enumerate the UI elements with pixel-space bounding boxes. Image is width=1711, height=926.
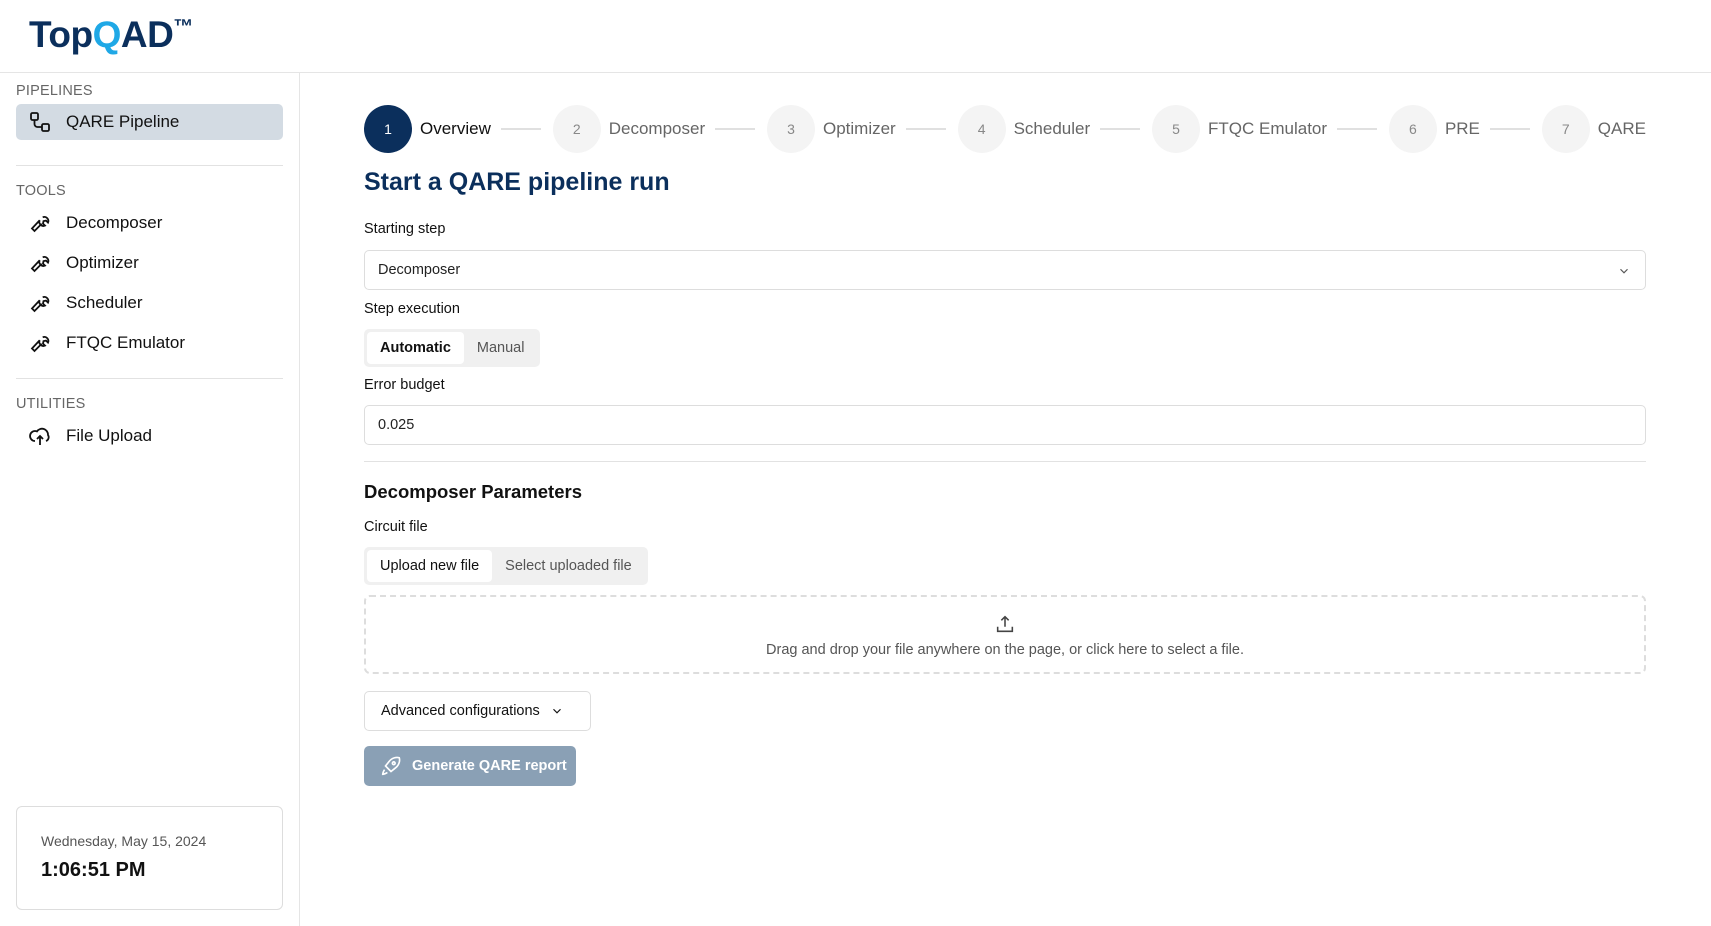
option-upload-new-file[interactable]: Upload new file [367, 550, 493, 582]
step-execution-toggle: Automatic Manual [364, 329, 541, 367]
step-connector [715, 128, 756, 130]
step-connector [1337, 128, 1378, 130]
upload-icon [996, 615, 1014, 633]
sidebar-item-optimizer[interactable]: Optimizer [16, 245, 283, 281]
sidebar: PIPELINES QARE Pipeline TOOLS Decomposer… [0, 73, 300, 926]
error-budget-label: Error budget [364, 377, 445, 393]
section-tools: TOOLS [16, 183, 66, 199]
dropzone-text: Drag and drop your file anywhere on the … [766, 642, 1244, 658]
step-number: 1 [364, 105, 412, 153]
step-label: QARE [1597, 119, 1646, 138]
advanced-configurations-button[interactable]: Advanced configurations [364, 691, 591, 731]
option-automatic[interactable]: Automatic [367, 332, 464, 364]
sidebar-item-label: FTQC Emulator [66, 333, 186, 352]
clock-time: 1:06:51 PM [41, 859, 146, 881]
step-number: 3 [766, 105, 815, 153]
workflow-icon [30, 112, 50, 132]
circuit-file-toggle: Upload new file Select uploaded file [364, 547, 648, 585]
step-overview[interactable]: 1 Overview [364, 105, 541, 153]
clock-date: Wednesday, May 15, 2024 [41, 833, 207, 849]
step-number: 2 [552, 105, 601, 153]
sidebar-item-file-upload[interactable]: File Upload [16, 418, 283, 454]
option-manual[interactable]: Manual [464, 332, 538, 364]
starting-step-label: Starting step [364, 221, 446, 237]
sidebar-item-label: Optimizer [66, 253, 139, 272]
divider [364, 461, 1646, 462]
step-number: 7 [1541, 105, 1590, 153]
generate-qare-report-button[interactable]: Generate QARE report [364, 746, 576, 786]
divider [16, 165, 283, 166]
sidebar-item-decomposer[interactable]: Decomposer [16, 205, 283, 241]
option-select-uploaded-file[interactable]: Select uploaded file [492, 550, 645, 582]
section-title: Decomposer Parameters [364, 481, 582, 502]
wrench-icon [30, 296, 50, 313]
pipeline-stepper: 1 Overview 2 Decomposer 3 Optimizer 4 Schedu… [364, 105, 1646, 153]
advanced-label: Advanced configurations [381, 703, 540, 719]
section-pipelines: PIPELINES [16, 83, 93, 99]
wrench-icon [30, 216, 50, 233]
sidebar-item-qare-pipeline[interactable]: QARE Pipeline [16, 104, 283, 140]
divider [16, 378, 283, 379]
step-number: 4 [957, 105, 1006, 153]
step-number: 6 [1388, 105, 1437, 153]
sidebar-item-label: File Upload [66, 426, 152, 445]
step-connector [905, 128, 946, 130]
step-execution-label: Step execution [364, 301, 460, 317]
step-pre[interactable]: 6 PRE [1388, 105, 1530, 153]
step-qare[interactable]: 7 QARE [1541, 105, 1646, 153]
sidebar-item-label: QARE Pipeline [66, 112, 180, 131]
step-number: 5 [1152, 105, 1201, 153]
file-dropzone[interactable]: Drag and drop your file anywhere on the … [364, 595, 1646, 674]
step-optimizer[interactable]: 3 Optimizer [766, 105, 946, 153]
page-title: Start a QARE pipeline run [364, 168, 670, 196]
rocket-icon [381, 756, 401, 776]
topqad-logo[interactable]: TopQAD™ [29, 14, 193, 56]
step-label: Overview [420, 119, 491, 138]
wrench-icon [30, 336, 50, 353]
sidebar-item-scheduler[interactable]: Scheduler [16, 285, 283, 321]
step-ftqc-emulator[interactable]: 5 FTQC Emulator [1152, 105, 1378, 153]
starting-step-value: Decomposer [378, 262, 461, 278]
step-connector [500, 128, 541, 130]
step-label: Decomposer [608, 119, 706, 138]
step-scheduler[interactable]: 4 Scheduler [957, 105, 1141, 153]
cloud-upload-icon [29, 427, 50, 445]
step-label: Optimizer [822, 119, 896, 138]
sidebar-item-label: Scheduler [66, 293, 143, 312]
section-utilities: UTILITIES [16, 396, 86, 412]
step-decomposer[interactable]: 2 Decomposer [552, 105, 756, 153]
circuit-file-label: Circuit file [364, 519, 428, 535]
chevron-down-icon [552, 708, 561, 714]
sidebar-item-label: Decomposer [66, 213, 163, 232]
error-budget-value: 0.025 [378, 417, 415, 433]
step-connector [1100, 128, 1141, 130]
starting-step-select[interactable]: Decomposer [364, 250, 1646, 290]
chevron-down-icon [1620, 268, 1628, 274]
step-label: Scheduler [1013, 119, 1091, 138]
wrench-icon [30, 256, 50, 273]
error-budget-input[interactable]: 0.025 [364, 405, 1646, 445]
header: TopQAD™ [0, 0, 1711, 73]
generate-label: Generate QARE report [412, 758, 567, 774]
step-connector [1489, 128, 1530, 130]
sidebar-item-ftqc-emulator[interactable]: FTQC Emulator [16, 325, 283, 361]
step-label: FTQC Emulator [1208, 119, 1328, 138]
step-label: PRE [1444, 119, 1480, 138]
clock-card: Wednesday, May 15, 2024 1:06:51 PM [16, 806, 283, 910]
